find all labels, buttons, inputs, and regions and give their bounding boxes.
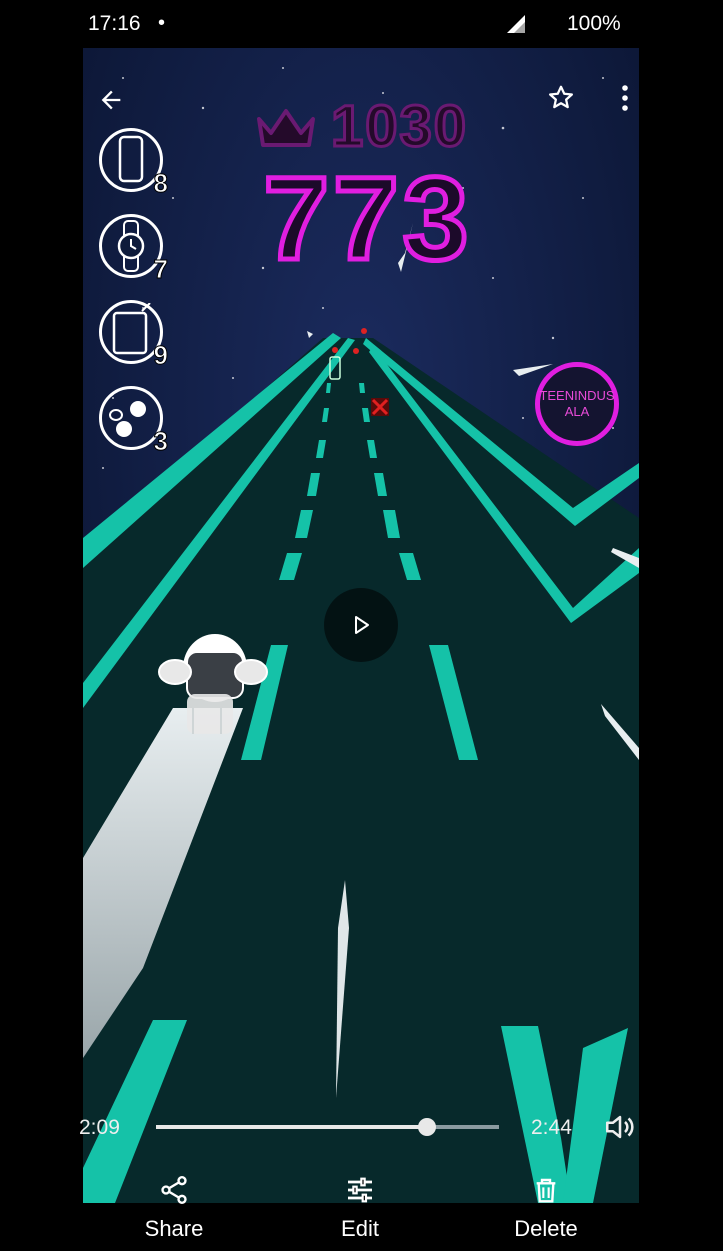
sliders-icon: [348, 1177, 372, 1203]
phone-icon: [118, 135, 144, 183]
item-earbuds: 3: [99, 386, 169, 457]
item-count: 8: [153, 168, 169, 199]
item-tablet: 9: [99, 300, 169, 371]
more-vertical-icon: [622, 85, 628, 111]
sign-line-1: TEENINDUS: [539, 388, 615, 403]
edit-label: Edit: [341, 1216, 379, 1241]
tablet-icon: [112, 303, 151, 355]
arrow-left-icon: [101, 90, 121, 110]
play-button[interactable]: [324, 588, 398, 662]
video-viewer[interactable]: 1030 773 8 7 9 3 TEENINDUS ALA: [83, 48, 639, 1203]
teenindus-sign: TEENINDUS ALA: [535, 362, 619, 446]
star-outline-icon: [549, 85, 573, 109]
status-time: 17:16: [88, 12, 141, 35]
signal-icon: [507, 15, 525, 33]
status-bar: 17:16 • 100%: [0, 0, 723, 48]
sign-line-2: ALA: [564, 404, 590, 419]
best-score-value: 1030: [329, 94, 469, 159]
item-phone: 8: [99, 128, 169, 199]
item-watch: 7: [99, 214, 169, 285]
share-icon: [161, 1176, 187, 1204]
item-count: 3: [153, 426, 169, 457]
best-score: 1030: [253, 94, 469, 159]
back-button[interactable]: [91, 80, 131, 120]
trash-icon: [536, 1178, 556, 1203]
delete-label: Delete: [514, 1216, 578, 1241]
seek-bar[interactable]: [156, 1118, 499, 1136]
play-icon: [355, 616, 369, 634]
volume-button[interactable]: [603, 1110, 637, 1144]
watch-icon: [117, 220, 145, 272]
item-count: 9: [153, 340, 169, 371]
seek-bar-thumb[interactable]: [417, 1118, 436, 1136]
favorite-button[interactable]: [541, 78, 581, 118]
volume-icon: [605, 1115, 634, 1139]
seek-bar-progress: [156, 1125, 427, 1129]
battery-percentage: 100%: [567, 12, 621, 35]
total-time: 2:44: [531, 1116, 572, 1139]
item-count: 7: [153, 254, 169, 285]
elapsed-time: 2:09: [79, 1116, 120, 1139]
share-label: Share: [144, 1216, 204, 1241]
notification-dot: •: [158, 12, 166, 34]
current-score: 773: [261, 153, 473, 285]
crown-icon: [257, 109, 315, 147]
more-options-button[interactable]: [608, 78, 639, 118]
earbuds-icon: [109, 401, 146, 437]
